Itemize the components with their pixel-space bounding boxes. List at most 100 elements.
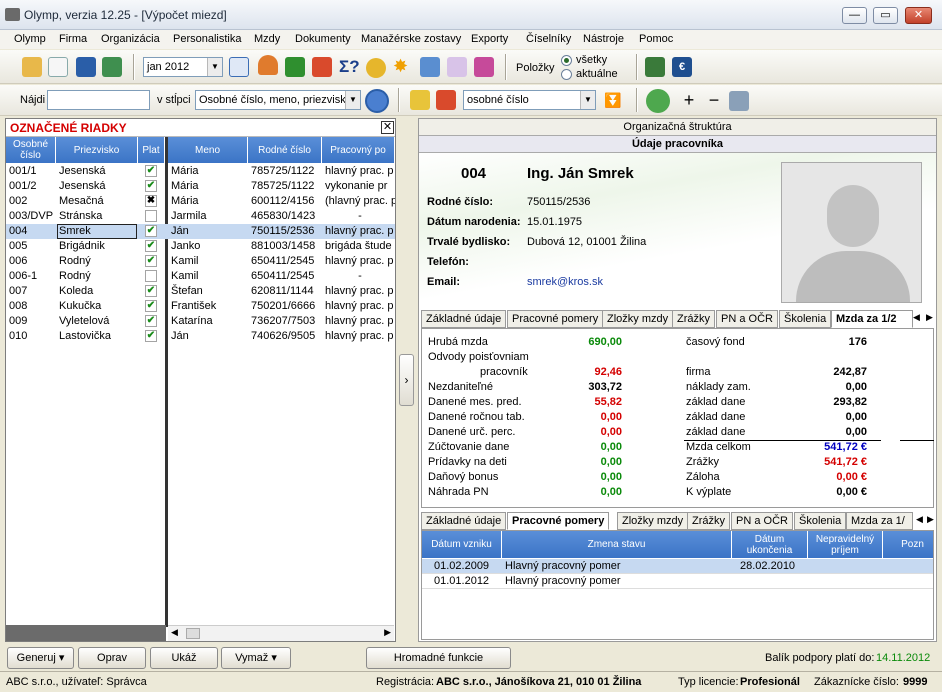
menu-nastroje[interactable]: Nástroje (583, 33, 624, 45)
calculator-icon[interactable] (645, 57, 665, 77)
tab-basic[interactable]: Základné údaje (421, 310, 507, 328)
minus-icon[interactable]: − (704, 91, 724, 111)
scroll-thumb[interactable] (186, 628, 200, 639)
search-input[interactable] (47, 90, 150, 110)
tab-training[interactable]: Školenia (779, 310, 832, 328)
valid-checkbox[interactable]: ✔ (145, 285, 157, 297)
users-icon[interactable] (420, 57, 440, 77)
tab-wage-components[interactable]: Zložky mzdy (602, 310, 674, 328)
valid-checkbox[interactable]: ✔ (145, 165, 157, 177)
tab-scroll-right-icon[interactable]: ▶ (926, 312, 933, 323)
euro-calculator-icon[interactable]: € (672, 57, 692, 77)
chevron-right-icon[interactable]: ▶ (384, 627, 391, 638)
table-row[interactable]: 002 Mesačná Mária 600112/4156 (hlavný prac. … (6, 194, 395, 209)
tab-sick-leave[interactable]: PN a OČR (731, 512, 793, 530)
eraser-icon[interactable] (474, 57, 494, 77)
save-export-icon[interactable] (102, 57, 122, 77)
close-button[interactable]: ✕ (905, 7, 932, 24)
email-link[interactable]: smrek@kros.sk (527, 276, 603, 288)
calendar-icon[interactable] (229, 57, 249, 77)
table-row[interactable]: 001/2 Jesenská Mária 785725/1122 vykonanie p… (6, 179, 395, 194)
col-header-name[interactable]: Meno (168, 137, 248, 163)
column-select[interactable]: Osobné číslo, meno, priezvisk ▼ (195, 90, 361, 110)
money-icon[interactable] (285, 57, 305, 77)
menu-ciselniky[interactable]: Číselníky (526, 33, 571, 45)
valid-checkbox[interactable] (145, 210, 157, 222)
col-header-start-date[interactable]: Dátum vzniku (422, 531, 502, 558)
document-alert-icon[interactable] (312, 57, 332, 77)
table-row[interactable]: 001/1 Jesenská Mária 785725/1122 hlavný prac… (6, 164, 395, 179)
table-row[interactable]: 007 Koleda Štefan 620811/1144 hlavný prac. p… (6, 284, 395, 299)
valid-checkbox[interactable]: ✔ (145, 330, 157, 342)
edit-button[interactable]: Oprav (78, 647, 146, 669)
sort-select[interactable]: osobné číslo ▼ (463, 90, 596, 110)
table-row[interactable]: 006 Rodný Kamil 650411/2545 hlavný prac. p ✔ (6, 254, 395, 269)
valid-checkbox[interactable]: ✔ (145, 315, 157, 327)
tab-sick-leave[interactable]: PN a OČR (716, 310, 778, 328)
horizontal-scrollbar-left[interactable] (6, 625, 166, 641)
minimize-button[interactable]: — (842, 7, 867, 24)
generate-button[interactable]: Generuj ▾ (7, 647, 74, 669)
tab-training[interactable]: Školenia (794, 512, 847, 530)
menu-personalistika[interactable]: Personalistika (173, 33, 241, 45)
org-structure-header[interactable]: Organizačná štruktúra (419, 119, 936, 136)
menu-dokumenty[interactable]: Dokumenty (295, 33, 351, 45)
col-header-change[interactable]: Zmena stavu (502, 531, 732, 558)
tab-scroll-left-icon[interactable]: ◀ (916, 514, 923, 525)
menu-firma[interactable]: Firma (59, 33, 87, 45)
menu-olymp[interactable]: Olymp (14, 33, 46, 45)
sort-descending-icon[interactable] (436, 90, 456, 110)
tab-deductions[interactable]: Zrážky (687, 512, 730, 530)
chevron-left-icon[interactable]: ◀ (171, 627, 178, 638)
table-row[interactable]: 005 Brigádnik Janko 881003/1458 brigáda štud… (6, 239, 395, 254)
menu-manazerske-zostavy[interactable]: Manažérske zostavy (361, 33, 461, 45)
tab-employment[interactable]: Pracovné pomery (507, 512, 610, 530)
menu-mzdy[interactable]: Mzdy (254, 33, 280, 45)
valid-checkbox[interactable]: ✖ (145, 195, 157, 207)
add-circle-icon[interactable] (646, 89, 670, 113)
period-select[interactable]: jan 2012 ▼ (143, 57, 223, 77)
search-icon[interactable] (365, 89, 389, 113)
save-icon[interactable] (76, 57, 96, 77)
tab-scroll-left-icon[interactable]: ◀ (913, 312, 920, 323)
table-row[interactable]: 003/DVP Stránska Jarmila 465830/1423 - (6, 209, 395, 224)
double-chevron-down-icon[interactable]: ⏬ (603, 91, 623, 111)
worker-data-header[interactable]: Údaje pracovníka (419, 136, 936, 153)
tab-salary-period[interactable]: Mzda za 1/2 (831, 310, 913, 328)
tab-deductions[interactable]: Zrážky (672, 310, 715, 328)
menu-organizacia[interactable]: Organizácia (101, 33, 160, 45)
delete-button[interactable]: Vymaž ▾ (221, 647, 291, 669)
plus-icon[interactable]: + (679, 91, 699, 111)
tab-basic[interactable]: Základné údaje (421, 512, 507, 530)
col-header-valid[interactable]: Plat (138, 137, 165, 163)
sun-icon[interactable]: ✸ (393, 56, 413, 76)
menu-pomoc[interactable]: Pomoc (639, 33, 673, 45)
valid-checkbox[interactable]: ✔ (145, 300, 157, 312)
transfer-icon[interactable] (729, 91, 749, 111)
maximize-button[interactable]: ▭ (873, 7, 898, 24)
table-row[interactable]: 010 Lastovička Ján 740626/9505 hlavný prac. … (6, 329, 395, 344)
col-header-job[interactable]: Pracovný po (322, 137, 395, 163)
tab-wage-components[interactable]: Zložky mzdy (617, 512, 689, 530)
horizontal-scrollbar[interactable]: ◀ ▶ (168, 625, 394, 641)
col-header-end-date[interactable]: Dátum ukončenia (732, 531, 808, 558)
sum-icon[interactable]: Σ? (339, 57, 360, 77)
table-row[interactable]: 009 Vyletelová Katarína 736207/7503 hlavný p… (6, 314, 395, 329)
valid-checkbox[interactable] (145, 270, 157, 282)
table-row[interactable]: 004 Smrek Ján 750115/2536 hlavný prac. p ✔ (6, 224, 395, 239)
valid-checkbox[interactable]: ✔ (145, 255, 157, 267)
valid-checkbox[interactable]: ✔ (145, 180, 157, 192)
radio-all[interactable] (561, 55, 572, 66)
table-row[interactable]: 008 Kukučka František 750201/6666 hlavný pra… (6, 299, 395, 314)
show-button[interactable]: Ukáž (150, 647, 218, 669)
coins-icon[interactable] (366, 58, 386, 78)
edit-card-icon[interactable] (447, 57, 467, 77)
col-header-surname[interactable]: Priezvisko (56, 137, 138, 163)
col-header-id[interactable]: Osobné číslo (6, 137, 56, 163)
valid-checkbox[interactable]: ✔ (145, 225, 157, 237)
menu-exporty[interactable]: Exporty (471, 33, 508, 45)
table-row[interactable]: 006-1 Rodný Kamil 650411/2545 - (6, 269, 395, 284)
expand-panel-button[interactable]: › (399, 354, 414, 406)
col-header-birth-number[interactable]: Rodné číslo (248, 137, 322, 163)
col-header-note[interactable]: Pozn (883, 531, 933, 558)
